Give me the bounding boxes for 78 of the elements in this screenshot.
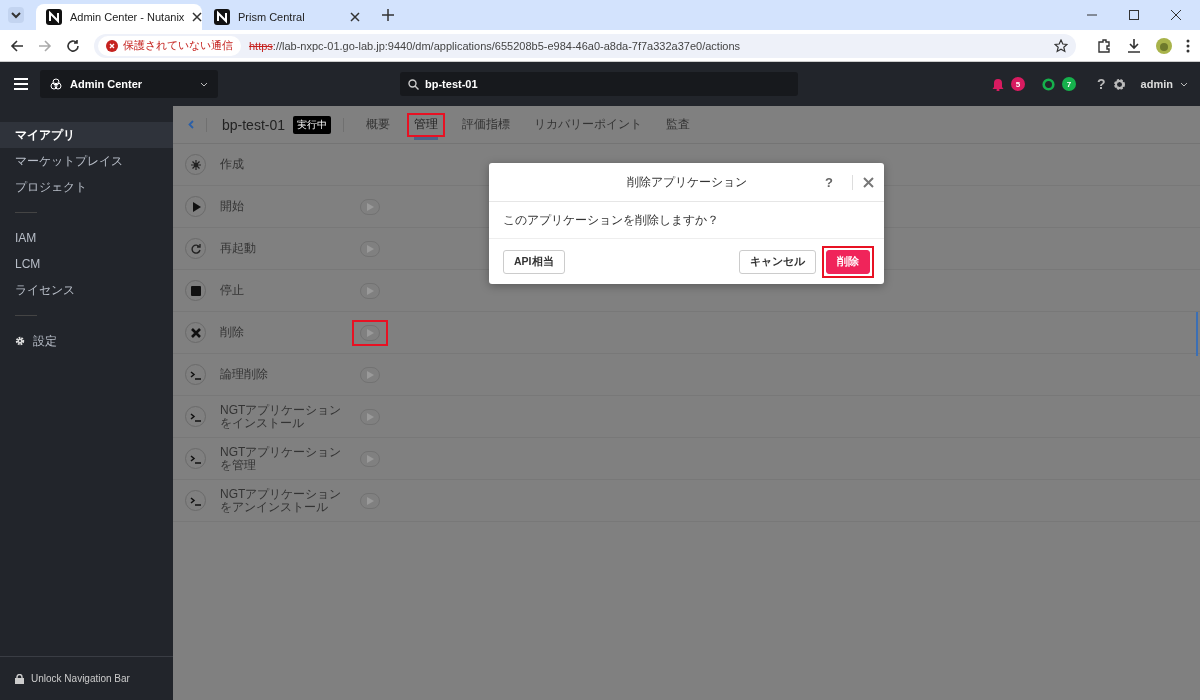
play-icon — [366, 370, 374, 379]
app-logo-icon — [50, 78, 62, 90]
search-icon — [408, 79, 419, 90]
play-icon — [366, 412, 374, 421]
settings-icon — [15, 336, 25, 346]
sidebar-item[interactable]: ライセンス — [0, 277, 173, 303]
forward-icon — [38, 38, 52, 53]
action-label: 削除 — [220, 326, 245, 339]
tab-title: Admin Center - Nutanix — [70, 11, 185, 23]
back-icon — [10, 38, 24, 53]
back-icon — [188, 120, 194, 129]
address-field[interactable]: 保護されていない通信 https://lab-nxpc-01.go-lab.jp:9440/dm/applications/655208b5-e984-46a0-a8da-7f7a332a37e0/actions — [94, 33, 1076, 58]
sidebar-item[interactable]: プロジェクト — [0, 174, 173, 200]
play-icon — [366, 244, 374, 253]
avatar-icon — [1156, 37, 1172, 54]
new-tab-icon — [382, 9, 394, 21]
sidebar-item[interactable]: IAM — [0, 225, 173, 251]
app-switcher[interactable]: Admin Center — [40, 70, 218, 98]
close-icon — [1170, 9, 1182, 21]
close-icon — [350, 12, 360, 22]
favicon-icon — [214, 9, 230, 25]
scroll-indicator — [1196, 312, 1198, 356]
action-label: 開始 — [220, 200, 245, 213]
favicon-icon — [46, 9, 62, 25]
action-label: NGTアプリケーションをインストール — [220, 403, 343, 430]
close-button[interactable] — [863, 176, 874, 188]
more-icon — [1186, 38, 1190, 53]
tab-list-icon — [8, 7, 24, 23]
settings-icon — [1112, 77, 1126, 91]
play-icon — [366, 454, 374, 463]
lock-icon — [15, 673, 24, 684]
dialog-title: 削除アプリケーション — [626, 173, 748, 191]
user-menu[interactable]: admin — [1140, 78, 1173, 90]
security-label: 保護されていない通信 — [123, 38, 233, 53]
url-text: https://lab-nxpc-01.go-lab.jp:9440/dm/applications/655208b5-e984-46a0-a8da-7f7a332a37e0/actions — [249, 39, 742, 52]
security-chip[interactable]: 保護されていない通信 — [98, 35, 241, 56]
menu-icon — [14, 78, 28, 90]
dialog-message: このアプリケーションを削除しますか？ — [489, 202, 884, 239]
play-icon — [366, 286, 374, 295]
sidebar-item[interactable]: マイアプリ — [0, 122, 173, 148]
caret-icon — [1180, 81, 1188, 87]
app-name: Admin Center — [70, 78, 144, 90]
reload-icon — [66, 38, 80, 53]
action-label: NGTアプリケーションをアンインストール — [220, 487, 343, 514]
extensions-icon — [1096, 37, 1112, 54]
download-icon — [1126, 37, 1142, 54]
play-icon — [366, 328, 374, 337]
app-name: bp-test-01 — [222, 116, 286, 133]
action-label: 再起動 — [220, 242, 257, 255]
help-button[interactable]: ? — [825, 174, 853, 190]
caret-icon — [200, 81, 208, 87]
tab-title: Prism Central — [238, 11, 306, 23]
help-button[interactable]: ? — [1097, 76, 1106, 92]
search-field[interactable]: bp-test-01 — [400, 72, 798, 96]
close-icon — [192, 12, 203, 22]
delete-button[interactable]: 削除 — [826, 249, 870, 274]
tab[interactable]: 管理 — [407, 112, 446, 137]
close-icon — [863, 176, 874, 188]
bell-icon — [992, 77, 1005, 91]
status-badge: 実行中 — [293, 115, 332, 134]
maximize-icon — [1128, 9, 1140, 21]
error-icon — [106, 39, 118, 52]
browser-tab[interactable]: Admin Center - Nutanix — [36, 4, 202, 30]
star-icon — [1054, 38, 1068, 53]
sidebar-item[interactable]: LCM — [0, 251, 173, 277]
api-button[interactable]: API相当 — [503, 249, 565, 274]
play-icon — [366, 496, 374, 505]
action-label: NGTアプリケーションを管理 — [220, 445, 343, 472]
browser-tab[interactable]: Prism Central — [204, 4, 370, 30]
action-label: 論理削除 — [220, 368, 269, 381]
ring-icon — [1042, 77, 1056, 91]
action-label: 作成 — [220, 158, 245, 171]
sidebar-item[interactable]: 設定 — [0, 328, 173, 354]
action-label: 停止 — [220, 284, 245, 297]
cancel-button[interactable]: キャンセル — [739, 249, 816, 274]
alert-count[interactable]: 5 — [1011, 77, 1026, 91]
sidebar-item[interactable]: マーケットプレイス — [0, 148, 173, 174]
play-icon — [366, 202, 374, 211]
